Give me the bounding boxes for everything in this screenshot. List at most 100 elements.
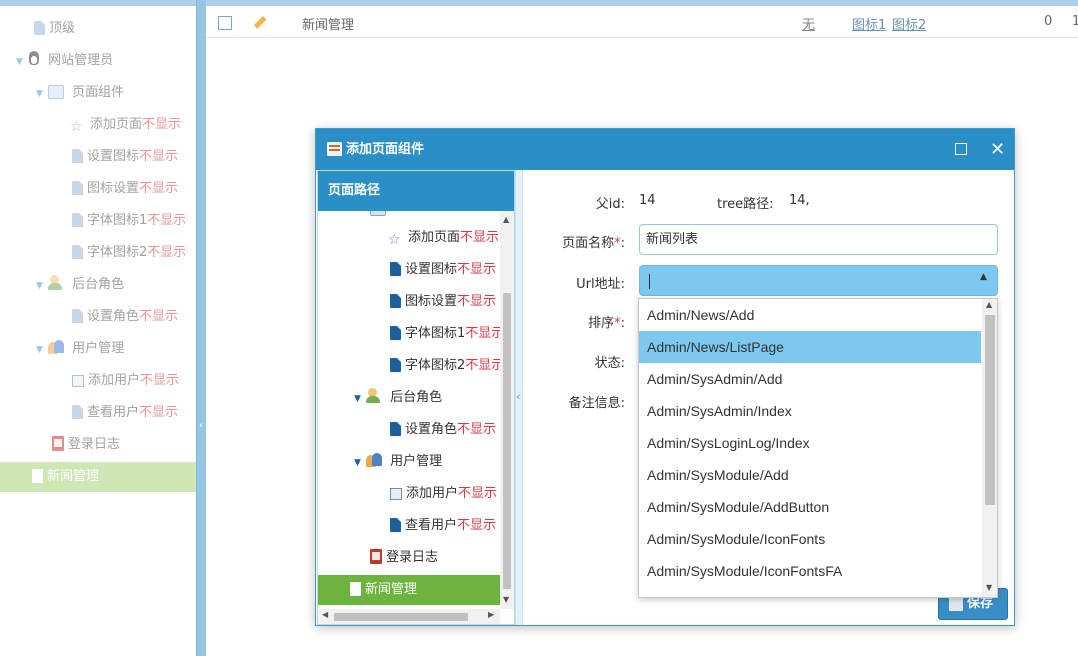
- page-icon: [72, 309, 83, 323]
- row-count: 0: [1044, 14, 1053, 29]
- tree-item-page-components[interactable]: ▼ 页面组件: [36, 82, 124, 104]
- dialog-splitter[interactable]: ‹: [515, 170, 523, 625]
- collapse-arrow-icon[interactable]: ‹: [516, 390, 520, 403]
- tree-item-user-management[interactable]: ▼ 用户管理: [354, 451, 442, 473]
- page-path-title: 页面路径: [318, 171, 514, 211]
- row-none-link[interactable]: 无: [802, 14, 815, 33]
- dropdown-option[interactable]: Admin/SysModule/AddButton: [639, 491, 981, 523]
- text-caret: [649, 274, 650, 289]
- tree-horizontal-scrollbar[interactable]: ◀ ▶: [318, 609, 500, 624]
- tree-item-backend-roles[interactable]: ▼ 后台角色: [36, 274, 124, 296]
- tree-item-set-icon[interactable]: 设置图标不显示: [390, 259, 496, 281]
- tree-item-label: 用户管理: [72, 341, 125, 356]
- left-nav-tree: 顶级 ▼ 网站管理员 ▼ 页面组件 ☆ 添加页面不显示 设置图标不显示 图标设置不…: [0, 6, 196, 656]
- component-icon: [370, 211, 386, 216]
- parent-id-value: 14: [639, 193, 656, 208]
- dropdown-option[interactable]: Admin/SysModule/IconFontsFA: [639, 555, 981, 587]
- icon-link-1[interactable]: 图标1: [852, 14, 886, 33]
- dropdown-option-highlighted[interactable]: Admin/News/ListPage: [639, 331, 981, 363]
- url-input[interactable]: [641, 267, 971, 294]
- hidden-tag: 不显示: [140, 373, 180, 388]
- scroll-thumb[interactable]: [503, 293, 511, 589]
- tree-item-set-icon[interactable]: 设置图标不显示: [72, 146, 178, 168]
- tree-item-font-icon-1[interactable]: 字体图标1不显示: [72, 210, 186, 232]
- expand-toggle-icon[interactable]: ▼: [354, 388, 366, 410]
- tree-item-login-log[interactable]: 登录日志: [370, 547, 438, 569]
- label-colon: :: [620, 236, 625, 251]
- scroll-left-icon[interactable]: ◀: [322, 610, 328, 619]
- tree-item-view-users[interactable]: 查看用户不显示: [390, 515, 496, 537]
- note-label: 备注信息:: [568, 396, 625, 411]
- edit-pencil-icon[interactable]: [254, 16, 266, 28]
- close-icon[interactable]: ✕: [990, 129, 1005, 170]
- tree-item-view-users[interactable]: 查看用户不显示: [72, 402, 178, 424]
- expand-toggle-icon[interactable]: ▼: [36, 339, 48, 361]
- tree-item-font-icon-1[interactable]: 字体图标1不显示: [390, 323, 500, 345]
- tree-item-add-user[interactable]: 添加用户不显示: [72, 370, 179, 392]
- row-extra: 1: [1072, 14, 1078, 29]
- hidden-tag: 不显示: [457, 518, 497, 533]
- page-path-tree: ☆添加页面不显示 设置图标不显示 图标设置不显示 字体图标1不显示 字体图标2不…: [318, 211, 500, 611]
- tree-item-backend-roles[interactable]: ▼ 后台角色: [354, 387, 442, 409]
- tree-item-login-log[interactable]: 登录日志: [52, 434, 120, 456]
- tree-path-label: tree路径:: [717, 197, 774, 212]
- scroll-thumb[interactable]: [334, 613, 468, 621]
- dropdown-option[interactable]: Admin/SysAdmin/Add: [639, 363, 981, 395]
- collapse-arrow-icon[interactable]: ‹: [199, 420, 203, 431]
- tree-item-add-page[interactable]: ☆ 添加页面不显示: [70, 114, 181, 136]
- scroll-up-icon[interactable]: ▲: [986, 300, 992, 309]
- dropdown-arrow-icon[interactable]: ▲: [980, 272, 987, 282]
- tree-item-news-management[interactable]: 新闻管理: [318, 575, 500, 605]
- expand-toggle-icon[interactable]: ▼: [36, 83, 48, 105]
- tree-item-icon-settings[interactable]: 图标设置不显示: [72, 178, 178, 200]
- page-name-input[interactable]: 新闻列表: [639, 224, 998, 255]
- tree-item-news-management[interactable]: 新闻管理: [0, 462, 196, 492]
- tree-item-set-role[interactable]: 设置角色不显示: [72, 306, 178, 328]
- dropdown-option[interactable]: Admin/SysModule/IconFonts: [639, 523, 981, 555]
- scroll-up-icon[interactable]: ▲: [503, 215, 509, 224]
- tree-item-font-icon-2[interactable]: 字体图标2不显示: [72, 242, 186, 264]
- page-path-panel: 页面路径 ☆添加页面不显示 设置图标不显示 图标设置不显示 字体图标1不显示 字…: [317, 170, 515, 625]
- dropdown-option[interactable]: Admin/SysModule/Add: [639, 459, 981, 491]
- tree-item-set-role[interactable]: 设置角色不显示: [390, 419, 496, 441]
- hidden-tag: 不显示: [139, 149, 179, 164]
- layout-splitter[interactable]: ‹: [196, 0, 206, 656]
- tree-item-cut: [370, 211, 390, 221]
- table-row[interactable]: 新闻管理 无 图标1 图标2 0 1: [206, 8, 1078, 38]
- scroll-right-icon[interactable]: ▶: [488, 610, 494, 619]
- expand-toggle-icon[interactable]: ▼: [354, 452, 366, 474]
- tree-item-label: 字体图标2: [405, 358, 466, 373]
- hidden-tag: 不显示: [139, 181, 179, 196]
- dropdown-option[interactable]: Admin/SysLoginLog/Index: [639, 427, 981, 459]
- dropdown-option[interactable]: Admin/News/Add: [639, 299, 981, 331]
- tree-item-top[interactable]: 顶级: [34, 18, 75, 40]
- tree-item-add-user[interactable]: 添加用户不显示: [390, 483, 497, 505]
- sort-label-text: 排序: [588, 316, 615, 331]
- dialog-header[interactable]: 添加页面组件 ✕: [316, 129, 1014, 170]
- expand-toggle-icon[interactable]: ▼: [16, 51, 28, 73]
- url-combobox[interactable]: ▲: [639, 265, 998, 296]
- tree-item-label: 网站管理员: [48, 53, 114, 68]
- dropdown-option[interactable]: Admin/SysAdmin/Index: [639, 395, 981, 427]
- tree-vertical-scrollbar[interactable]: ▲ ▼: [500, 211, 514, 609]
- star-icon: ☆: [70, 119, 83, 135]
- page-icon: [390, 262, 401, 276]
- tree-item-label: 字体图标2: [87, 245, 148, 260]
- tree-item-add-page[interactable]: ☆ 添加页面不显示: [388, 227, 499, 249]
- scroll-down-icon[interactable]: ▼: [503, 595, 509, 604]
- tree-item-font-icon-2[interactable]: 字体图标2不显示: [390, 355, 500, 377]
- page-icon: [72, 213, 83, 227]
- hidden-tag: 不显示: [465, 358, 500, 373]
- tree-item-user-management[interactable]: ▼ 用户管理: [36, 338, 124, 360]
- maximize-icon[interactable]: [955, 143, 967, 155]
- scroll-down-icon[interactable]: ▼: [986, 583, 992, 592]
- tree-item-label: 新闻管理: [47, 469, 100, 484]
- tree-item-label: 新闻管理: [365, 582, 418, 597]
- expand-toggle-icon[interactable]: ▼: [36, 275, 48, 297]
- row-checkbox[interactable]: [218, 16, 232, 30]
- dropdown-scrollbar[interactable]: ▲ ▼: [982, 299, 997, 597]
- tree-item-icon-settings[interactable]: 图标设置不显示: [390, 291, 496, 313]
- icon-link-2[interactable]: 图标2: [892, 14, 926, 33]
- tree-item-site-admin[interactable]: ▼ 网站管理员: [16, 50, 113, 72]
- scroll-thumb[interactable]: [985, 315, 995, 505]
